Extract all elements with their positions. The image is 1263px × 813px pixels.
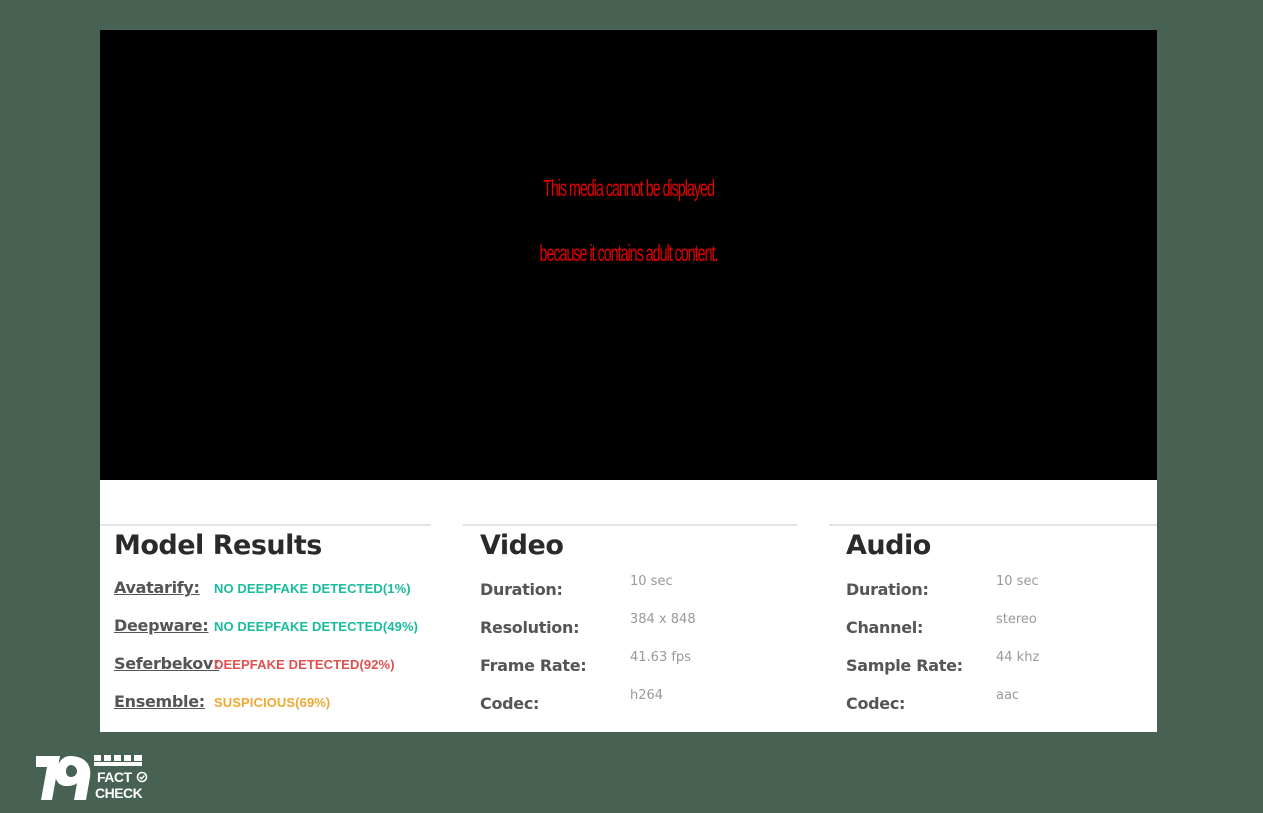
media-player[interactable]: This media cannot be displayed because i… — [100, 30, 1157, 480]
audio-channel-value: stereo — [996, 612, 1037, 627]
model-status-deepware: NO DEEPFAKE DETECTED(49%) — [214, 619, 419, 634]
video-resolution-value: 384 x 848 — [630, 612, 696, 627]
model-results-panel: Model Results Avatarify: NO DEEPFAKE DET… — [100, 524, 431, 734]
video-codec-value: h264 — [630, 688, 664, 703]
audio-info-row: Channel: stereo — [846, 612, 1166, 640]
model-status-ensemble: SUSPICIOUS(69%) — [214, 695, 331, 710]
video-duration-label: Duration: — [480, 580, 563, 599]
audio-codec-label: Codec: — [846, 694, 906, 713]
check-circle-icon — [136, 771, 148, 783]
video-codec-label: Codec: — [480, 694, 540, 713]
audio-codec-value: aac — [996, 688, 1020, 703]
video-info-row: Frame Rate: 41.63 fps — [480, 650, 800, 678]
audio-sample-rate-value: 44 khz — [996, 650, 1040, 665]
video-title: Video — [480, 530, 564, 561]
audio-info-row: Duration: 10 sec — [846, 574, 1166, 602]
video-resolution-label: Resolution: — [480, 618, 580, 637]
audio-duration-label: Duration: — [846, 580, 929, 599]
media-blocked-message-line1: This media cannot be displayed — [543, 175, 715, 201]
video-info-row: Codec: h264 — [480, 688, 800, 716]
video-info-row: Resolution: 384 x 848 — [480, 612, 800, 640]
model-link-deepware[interactable]: Deepware: — [114, 616, 209, 635]
result-card: This media cannot be displayed because i… — [100, 30, 1157, 732]
video-frame-rate-label: Frame Rate: — [480, 656, 587, 675]
logo-text-check: CHECK — [95, 785, 143, 801]
audio-info-panel: Audio Duration: 10 sec Channel: stereo S… — [829, 524, 1157, 734]
check-mark-icon — [139, 774, 145, 780]
model-status-avatarify: NO DEEPFAKE DETECTED(1%) — [214, 581, 411, 596]
video-frame-rate-value: 41.63 fps — [630, 650, 691, 665]
video-info-row: Duration: 10 sec — [480, 574, 800, 602]
model-results-title: Model Results — [114, 530, 322, 561]
video-info-panel: Video Duration: 10 sec Resolution: 384 x… — [463, 524, 797, 734]
audio-sample-rate-label: Sample Rate: — [846, 656, 963, 675]
model-link-avatarify[interactable]: Avatarify: — [114, 578, 200, 597]
model-link-ensemble[interactable]: Ensemble: — [114, 692, 205, 711]
model-link-seferbekov[interactable]: Seferbekov: — [114, 654, 219, 673]
media-blocked-message-line2: because it contains adult content. — [539, 240, 719, 266]
model-status-seferbekov: DEEPFAKE DETECTED(92%) — [214, 657, 395, 672]
audio-title: Audio — [846, 530, 931, 561]
video-duration-value: 10 sec — [630, 574, 673, 589]
fact-check-logo: FACT CHECK — [36, 755, 148, 801]
audio-duration-value: 10 sec — [996, 574, 1039, 589]
audio-info-row: Sample Rate: 44 khz — [846, 650, 1166, 678]
audio-info-row: Codec: aac — [846, 688, 1166, 716]
logo-text-fact: FACT — [97, 769, 133, 785]
audio-channel-label: Channel: — [846, 618, 924, 637]
